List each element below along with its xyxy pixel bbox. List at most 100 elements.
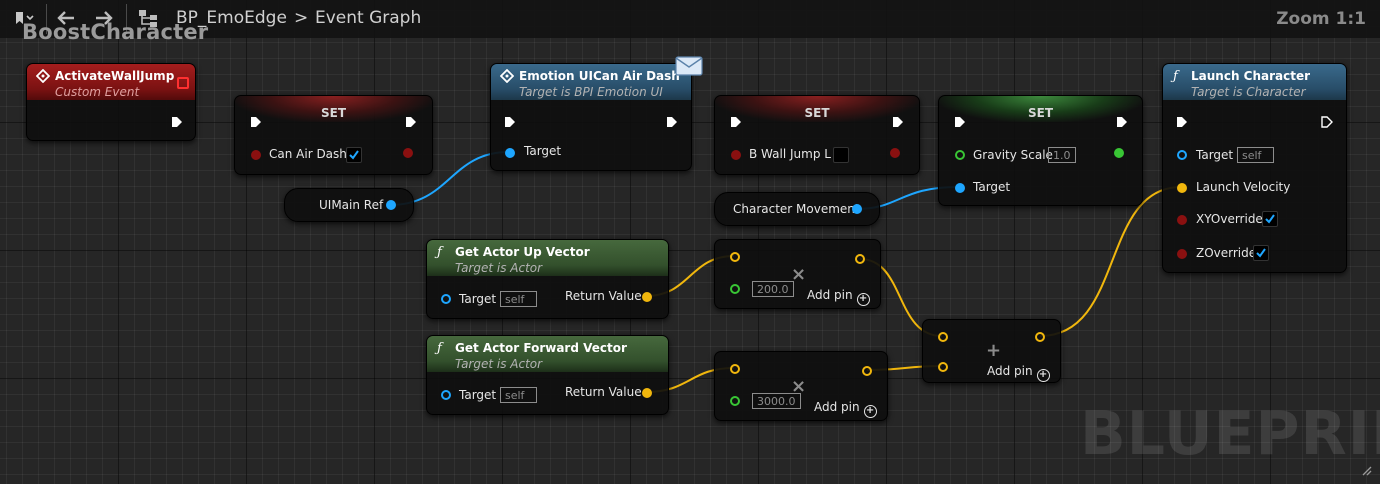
add-pin-icon: +: [856, 293, 870, 306]
node-title: Get Actor Up Vector: [455, 245, 590, 259]
bool-output-pin[interactable]: [890, 148, 900, 158]
event-diamond-icon: [500, 69, 514, 83]
wall-jump-checkbox[interactable]: [833, 147, 849, 163]
z-override-checkbox[interactable]: [1253, 245, 1269, 261]
vector-input-pin[interactable]: [730, 252, 740, 262]
target-input-pin[interactable]: [441, 294, 451, 304]
node-header: ƒ Launch Character Target is Character: [1163, 64, 1346, 100]
node-header: SET: [939, 96, 1142, 122]
return-value-pin[interactable]: [642, 292, 652, 302]
xy-override-pin[interactable]: [1177, 215, 1187, 225]
node-header: ActivateWallJump Custom Event: [27, 64, 195, 100]
bool-input-pin[interactable]: [251, 150, 261, 160]
pin-label: Target: [973, 180, 1011, 194]
exec-in-pin[interactable]: [250, 116, 262, 128]
node-title: Emotion UICan Air Dash: [519, 69, 680, 83]
target-input-pin[interactable]: [955, 183, 965, 193]
multiplier-field[interactable]: 200.0: [752, 281, 794, 297]
blueprint-graph-canvas[interactable]: BP_EmoEdge > Event Graph Zoom 1:1 BoostC…: [0, 0, 1380, 484]
wire-add-to-launch-velocity: [1039, 186, 1182, 337]
multiply-node-forward[interactable]: × 3000.0 Add pin +: [714, 351, 888, 421]
pin-label: Can Air Dash: [269, 147, 347, 161]
message-envelope-icon: [675, 56, 703, 76]
node-header: ƒ Get Actor Up Vector Target is Actor: [427, 240, 668, 276]
multiply-node-up[interactable]: × 200.0 Add pin +: [714, 239, 881, 309]
breadcrumb-graph[interactable]: Event Graph: [315, 8, 421, 28]
node-title: SET: [804, 106, 830, 120]
target-self-field[interactable]: self: [500, 291, 537, 307]
event-node-activate-wall-jump[interactable]: ActivateWallJump Custom Event: [26, 63, 196, 141]
z-override-pin[interactable]: [1177, 249, 1187, 259]
exec-in-pin[interactable]: [730, 116, 742, 128]
pin-label: Target: [459, 388, 497, 402]
vector-input-pin[interactable]: [938, 332, 948, 342]
delegate-pin[interactable]: [177, 77, 189, 89]
function-node-get-actor-forward-vector[interactable]: ƒ Get Actor Forward Vector Target is Act…: [426, 335, 669, 415]
exec-out-pin[interactable]: [1321, 116, 1333, 128]
float-output-pin[interactable]: [1114, 148, 1124, 158]
node-subtitle: Target is Actor: [455, 357, 543, 371]
exec-out-pin[interactable]: [1116, 116, 1128, 128]
target-input-pin[interactable]: [441, 390, 451, 400]
object-output-pin[interactable]: [852, 204, 862, 214]
exec-out-pin[interactable]: [171, 116, 183, 128]
add-node-vectors[interactable]: + Add pin +: [922, 319, 1061, 383]
set-node-can-air-dash[interactable]: SET Can Air Dash: [234, 95, 433, 175]
vector-output-pin[interactable]: [862, 366, 872, 376]
function-node-launch-character[interactable]: ƒ Launch Character Target is Character T…: [1162, 63, 1347, 273]
checkmark-icon: [1256, 248, 1266, 258]
set-node-gravity-scale[interactable]: SET Gravity Scale 1.0 Target: [938, 95, 1143, 206]
pin-label: Gravity Scale: [973, 148, 1053, 162]
target-self-field[interactable]: self: [500, 387, 537, 403]
set-node-wall-jump[interactable]: SET B Wall Jump L: [714, 95, 920, 175]
add-pin-button[interactable]: Add pin +: [807, 288, 870, 306]
target-self-field[interactable]: self: [1237, 147, 1274, 163]
exec-out-pin[interactable]: [666, 116, 678, 128]
add-pin-button[interactable]: Add pin +: [987, 364, 1050, 382]
pin-label: Launch Velocity: [1196, 180, 1291, 194]
object-output-pin[interactable]: [386, 200, 396, 210]
exec-in-pin[interactable]: [1176, 116, 1188, 128]
xy-override-checkbox[interactable]: [1262, 211, 1278, 227]
resize-grip-icon[interactable]: [1360, 464, 1372, 476]
gravity-scale-field[interactable]: 1.0: [1048, 147, 1076, 163]
bool-input-pin[interactable]: [731, 150, 741, 160]
message-node-emotion-ui[interactable]: Emotion UICan Air Dash Target is BPI Emo…: [490, 63, 692, 171]
exec-out-pin[interactable]: [405, 116, 417, 128]
float-input-pin[interactable]: [730, 396, 740, 406]
target-input-pin[interactable]: [1177, 150, 1187, 160]
node-title: Launch Character: [1191, 69, 1311, 83]
node-subtitle: Target is BPI Emotion UI: [519, 85, 663, 99]
multiplier-field[interactable]: 3000.0: [752, 393, 801, 409]
variable-node-character-movement[interactable]: Character Movement: [714, 192, 880, 226]
node-header: Emotion UICan Air Dash Target is BPI Emo…: [491, 64, 691, 100]
event-diamond-icon: [36, 69, 50, 83]
node-header: ƒ Get Actor Forward Vector Target is Act…: [427, 336, 668, 372]
vector-output-pin[interactable]: [855, 254, 865, 264]
target-input-pin[interactable]: [505, 148, 515, 158]
add-pin-label: Add pin: [987, 364, 1033, 378]
exec-in-pin[interactable]: [504, 116, 516, 128]
node-title: SET: [320, 106, 347, 120]
vector-output-pin[interactable]: [1035, 332, 1045, 342]
node-title: SET: [1027, 106, 1054, 120]
can-air-dash-checkbox[interactable]: [346, 147, 362, 163]
float-input-pin[interactable]: [955, 150, 965, 160]
pin-label: ZOverride: [1196, 246, 1257, 260]
vector-input-pin[interactable]: [938, 362, 948, 372]
exec-out-pin[interactable]: [892, 116, 904, 128]
launch-velocity-pin[interactable]: [1177, 183, 1187, 193]
add-pin-icon: +: [863, 405, 877, 418]
return-value-pin[interactable]: [642, 388, 652, 398]
add-pin-label: Add pin: [814, 400, 860, 414]
function-node-get-actor-up-vector[interactable]: ƒ Get Actor Up Vector Target is Actor Ta…: [426, 239, 669, 319]
bool-output-pin[interactable]: [403, 148, 413, 158]
add-pin-button[interactable]: Add pin +: [814, 400, 877, 418]
node-header: SET: [715, 96, 919, 122]
node-header: SET: [235, 96, 432, 122]
exec-in-pin[interactable]: [954, 116, 966, 128]
pin-label: XYOverride: [1196, 212, 1263, 226]
float-input-pin[interactable]: [730, 284, 740, 294]
variable-node-uimain-ref[interactable]: UIMain Ref: [284, 188, 414, 222]
vector-input-pin[interactable]: [730, 364, 740, 374]
